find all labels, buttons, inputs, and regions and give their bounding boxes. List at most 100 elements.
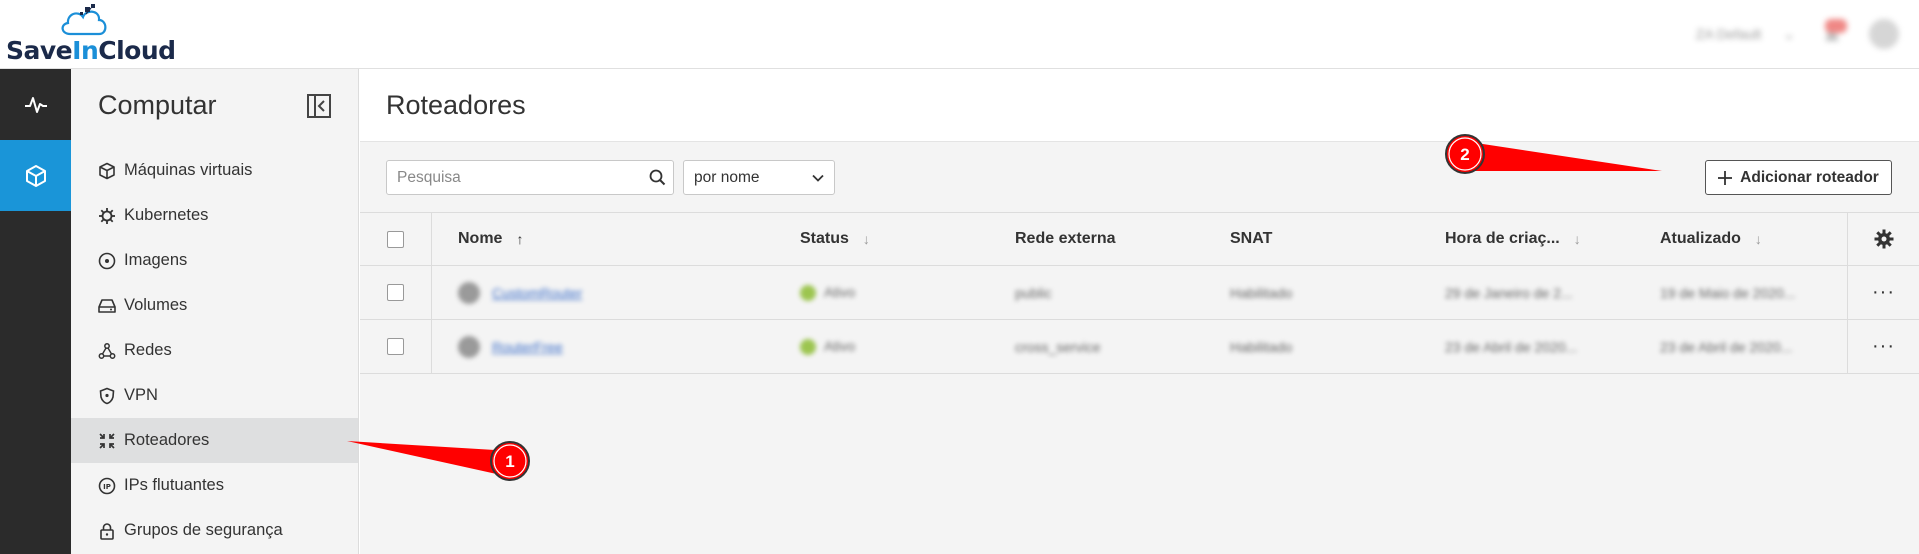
status-cell: Ativo [800,320,855,373]
toolbar: por nome Adicionar roteador [360,142,1919,212]
cube-icon [98,162,116,180]
routers-table: Nome ↑ Status ↓ Rede externa SNAT Hora de … [360,212,1919,374]
router-name-link[interactable]: RouterFree [492,339,563,355]
updated-cell: 19 de Maio de 2020... [1660,266,1795,319]
column-header-snat: SNAT [1230,213,1272,265]
column-header-atualizado[interactable]: Atualizado ↓ [1660,213,1762,265]
sidebar-item-vpn[interactable]: VPN [71,373,358,418]
sort-ascending-icon: ↑ [516,231,524,247]
sidebar-item-roteadores[interactable]: Roteadores [71,418,358,463]
gear-icon[interactable] [1874,229,1894,249]
sidebar-item-redes[interactable]: Redes [71,328,358,373]
sidebar-item-grupos-de-seguranca[interactable]: Grupos de segurança [71,508,358,553]
row-select-cell [360,266,432,319]
sort-icon: ↓ [1573,231,1581,247]
notification-badge [1825,19,1847,33]
search-input[interactable] [387,161,641,194]
network-text: cross_service [1015,338,1101,355]
router-icon [98,432,116,450]
compute-sidebar: Computar Máquinas virtuais Kubernetes Im… [71,69,359,554]
column-label: Nome [458,230,503,247]
status-text: Ativo [824,283,856,300]
sidebar-item-ips-flutuantes[interactable]: IP IPs flutuantes [71,463,358,508]
table-settings [1847,213,1919,265]
sidebar-item-volumes[interactable]: Volumes [71,283,358,328]
column-label: Atualizado [1660,230,1741,247]
column-header-rede-externa: Rede externa [1015,213,1116,265]
region-selector[interactable]: ZA Default [1696,26,1761,42]
status-cell: Ativo [800,266,855,319]
row-checkbox[interactable] [387,284,404,301]
sort-select-value: por nome [694,168,760,186]
network-cell: public [1015,266,1052,319]
select-all-cell [360,213,432,265]
notifications-bell-icon[interactable] [1817,19,1847,49]
sort-select[interactable]: por nome [683,160,835,195]
column-label: Status [800,230,849,247]
helm-icon [98,207,116,225]
network-text: public [1015,284,1052,301]
header-right-controls: ZA Default ⌄ [1696,14,1919,54]
search-box [386,160,674,195]
activity-icon [24,96,47,113]
snat-cell: Habilitado [1230,320,1292,373]
router-avatar-icon [458,335,480,358]
updated-text: 23 de Abril de 2020... [1660,338,1793,355]
select-all-checkbox[interactable] [387,230,404,248]
column-header-hora-criacao[interactable]: Hora de criaç... ↓ [1445,213,1581,265]
sidebar-item-label: Máquinas virtuais [124,161,253,179]
main-content: Roteadores por nome Adicionar roteador N… [360,69,1919,554]
sidebar-item-label: Redes [124,341,172,359]
floating-ip-icon: IP [98,477,116,495]
row-actions-cell: ··· [1847,266,1919,319]
sidebar-item-maquinas-virtuais[interactable]: Máquinas virtuais [71,148,358,193]
table-row[interactable]: CustomRouter Ativo public Habilitado 29 … [360,266,1919,320]
add-router-button[interactable]: Adicionar roteador [1705,160,1892,195]
table-row[interactable]: RouterFree Ativo cross_service Habilitad… [360,320,1919,374]
table-header-row: Nome ↑ Status ↓ Rede externa SNAT Hora de … [360,212,1919,266]
sidebar-title: Computar [98,90,217,120]
sidebar-item-label: Imagens [124,251,188,269]
snat-text: Habilitado [1230,338,1293,355]
snat-text: Habilitado [1230,284,1293,301]
column-header-nome[interactable]: Nome ↑ [458,213,523,265]
router-name-link[interactable]: CustomRouter [492,285,582,301]
chevron-down-icon: ⌄ [1783,25,1795,42]
hard-drive-icon [98,297,116,315]
rail-monitoring[interactable] [0,69,71,140]
column-label: Hora de criaç... [1445,230,1560,247]
sidebar-nav: Máquinas virtuais Kubernetes Imagens Vol… [71,148,358,553]
sidebar-item-label: IPs flutuantes [124,476,224,494]
sort-icon: ↓ [1754,231,1762,247]
saveincloud-logo[interactable]: SaveInCloud [6,4,176,66]
sidebar-item-label: Volumes [124,296,188,314]
rail-compute[interactable] [0,140,71,211]
more-actions-icon[interactable]: ··· [1872,281,1895,304]
top-header: SaveInCloud ZA Default ⌄ [0,0,1919,69]
router-name-cell: RouterFree [458,320,563,373]
row-select-cell [360,320,432,373]
lock-icon [98,522,116,540]
row-checkbox[interactable] [387,338,404,355]
search-icon[interactable] [641,161,673,194]
column-label: Rede externa [1015,230,1116,247]
sidebar-item-label: Roteadores [124,431,210,449]
app-rail [0,69,71,554]
updated-text: 19 de Maio de 2020... [1660,284,1796,301]
shield-icon [98,387,116,405]
cube-icon [25,164,46,187]
sidebar-item-kubernetes[interactable]: Kubernetes [71,193,358,238]
sidebar-item-label: VPN [124,386,158,404]
status-dot-icon [800,285,816,302]
more-actions-icon[interactable]: ··· [1872,335,1895,358]
column-label: SNAT [1230,230,1273,247]
snat-cell: Habilitado [1230,266,1292,319]
sidebar-item-imagens[interactable]: Imagens [71,238,358,283]
user-avatar[interactable] [1869,19,1899,49]
column-header-status[interactable]: Status ↓ [800,213,870,265]
add-router-label: Adicionar roteador [1740,168,1879,186]
chevron-down-icon [812,174,824,182]
created-cell: 29 de Janeiro de 2... [1445,266,1573,319]
collapse-sidebar-icon[interactable] [306,93,332,119]
disc-icon [98,252,116,270]
